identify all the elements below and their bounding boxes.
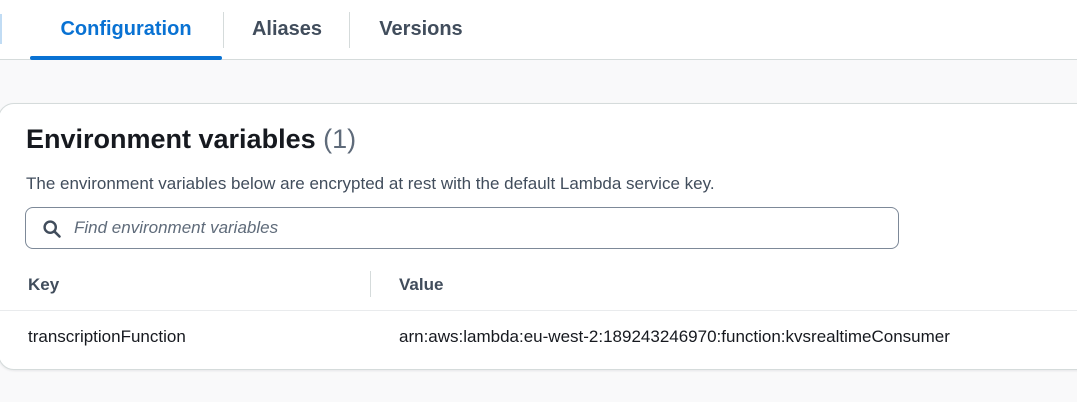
column-header-value[interactable]: Value: [399, 275, 443, 295]
search-input[interactable]: [74, 208, 874, 248]
table-row-divider: [0, 310, 1077, 311]
tab-divider: [349, 12, 350, 48]
search-field[interactable]: [25, 207, 899, 249]
column-resize-handle[interactable]: [370, 271, 371, 297]
column-header-key[interactable]: Key: [28, 275, 59, 295]
tab-divider: [223, 12, 224, 48]
variable-count: (1): [323, 124, 357, 154]
table-cell-value: arn:aws:lambda:eu-west-2:189243246970:fu…: [399, 327, 950, 346]
panel-description: The environment variables below are encr…: [26, 174, 715, 193]
tab-edge-indicator: [0, 14, 3, 44]
tab-configuration[interactable]: Configuration: [30, 0, 222, 60]
table-cell-key: transcriptionFunction: [28, 327, 186, 346]
lambda-config-page: Configuration Aliases Versions Environme…: [0, 0, 1077, 402]
search-icon: [43, 220, 61, 238]
tab-bar: Configuration Aliases Versions: [0, 0, 1077, 60]
panel-heading: Environment variables (1): [26, 124, 356, 155]
panel-title: Environment variables: [26, 124, 316, 154]
tab-aliases[interactable]: Aliases: [238, 0, 336, 59]
tab-versions[interactable]: Versions: [364, 0, 478, 59]
